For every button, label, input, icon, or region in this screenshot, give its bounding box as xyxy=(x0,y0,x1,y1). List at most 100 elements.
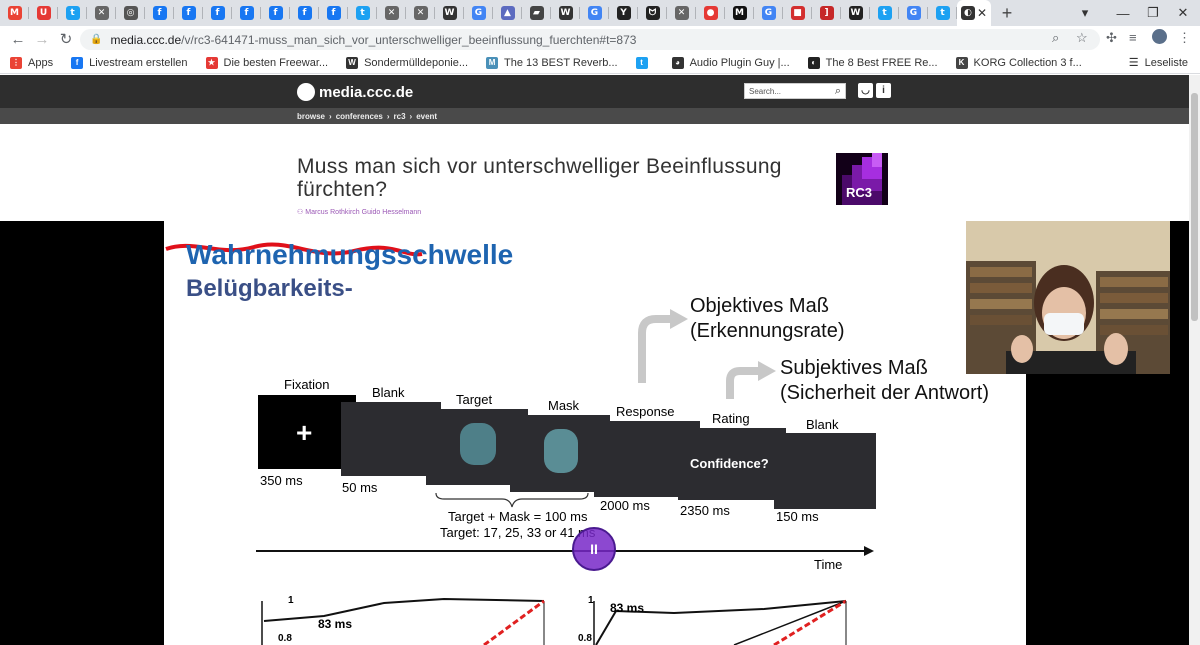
browser-tab[interactable]: t xyxy=(348,0,377,26)
browser-tab[interactable]: G xyxy=(899,0,928,26)
pause-icon[interactable]: II xyxy=(572,527,616,571)
zoom-icon[interactable]: ⌕ xyxy=(1052,30,1059,46)
rss-icon[interactable]: ◡ xyxy=(858,83,873,98)
browser-tab[interactable]: f xyxy=(319,0,348,26)
browser-tab[interactable]: ✕ xyxy=(87,0,116,26)
browser-tab[interactable]: ✕ xyxy=(667,0,696,26)
info-icon[interactable]: i xyxy=(876,83,891,98)
conference-logo[interactable]: RC3 xyxy=(836,153,888,205)
breadcrumb-item[interactable]: browse xyxy=(297,112,325,121)
graph-left-axis-mid: 0.8 xyxy=(278,633,292,644)
browser-tab[interactable]: ] xyxy=(812,0,841,26)
forward-icon[interactable]: → xyxy=(30,31,54,48)
duration-blank-end: 150 ms xyxy=(776,509,819,524)
browser-tab[interactable]: f xyxy=(290,0,319,26)
facebook-icon: f xyxy=(210,6,225,20)
facebook-icon: f xyxy=(268,6,283,20)
search-icon[interactable]: ⌕ xyxy=(830,83,846,99)
new-tab-button[interactable]: + xyxy=(995,3,1019,24)
browser-tab[interactable]: Y xyxy=(609,0,638,26)
facebook-icon: f xyxy=(326,6,341,20)
rating-frame: Confidence? xyxy=(678,428,786,500)
video-player[interactable]: Wahrnehmungsschwelle Belügbarkeits- Obje… xyxy=(0,221,1189,645)
browser-tab[interactable]: ▲ xyxy=(493,0,522,26)
reading-list-icon: ☰ xyxy=(1128,57,1139,69)
bookmark-item[interactable]: ◐ The 8 Best FREE Re... xyxy=(807,56,938,69)
bookmark-label: The 13 BEST Reverb... xyxy=(504,56,618,69)
address-bar[interactable]: 🔒 media.ccc.de/v/rc3-641471-muss_man_sic… xyxy=(80,29,1100,50)
page-viewport: media.ccc.de Search... ⌕ ◡ i browse › conf… xyxy=(0,75,1189,645)
reading-list[interactable]: ☰ Leseliste xyxy=(1128,56,1188,70)
fixation-cross-icon: + xyxy=(296,417,313,448)
browser-tab[interactable]: ᗢ xyxy=(638,0,667,26)
menu-icon[interactable]: ⋮ xyxy=(1178,30,1191,46)
bookmark-item[interactable]: ⋮ Apps xyxy=(10,56,53,69)
close-tab-icon[interactable]: ✕ xyxy=(977,6,987,20)
browser-tab[interactable]: t xyxy=(58,0,87,26)
extensions-icon[interactable]: ✣ xyxy=(1106,30,1117,46)
wiki-icon: W xyxy=(442,6,457,20)
duration-fixation: 350 ms xyxy=(260,473,303,488)
graph-right-axis-top: 1 xyxy=(588,595,594,606)
bookmark-star-icon[interactable]: ☆ xyxy=(1076,30,1088,46)
bookmark-item[interactable]: W Sondermülldeponie... xyxy=(346,56,468,69)
browser-tab[interactable]: M xyxy=(0,0,29,26)
media-icon[interactable]: ≡ xyxy=(1129,30,1137,45)
ccc-logo-icon xyxy=(297,83,315,101)
m-icon: M xyxy=(486,56,499,69)
bookmark-item[interactable]: ★ Die besten Freewar... xyxy=(205,56,328,69)
close-window-icon[interactable]: ✕ xyxy=(1164,0,1200,26)
page-scrollbar[interactable] xyxy=(1189,75,1200,645)
browser-tab[interactable]: ■ xyxy=(783,0,812,26)
browser-tab[interactable]: ● xyxy=(696,0,725,26)
breadcrumb-item[interactable]: conferences xyxy=(336,112,383,121)
active-tab[interactable]: ◐ ✕ xyxy=(957,0,991,26)
bookmark-item[interactable]: f Livestream erstellen xyxy=(71,56,188,69)
browser-tab[interactable]: M xyxy=(725,0,754,26)
browser-tab[interactable]: ✕ xyxy=(377,0,406,26)
back-icon[interactable]: ← xyxy=(6,31,30,48)
site-logo[interactable]: media.ccc.de xyxy=(297,83,413,101)
url-host: media.ccc.de xyxy=(110,32,182,47)
browser-tab[interactable]: G xyxy=(580,0,609,26)
graph-left-axis-top: 1 xyxy=(288,595,294,606)
facebook-icon: f xyxy=(239,6,254,20)
browser-tab[interactable]: f xyxy=(145,0,174,26)
browser-tab[interactable]: U xyxy=(29,0,58,26)
google-icon: G xyxy=(761,6,776,20)
objective-measure-title: Objektives Maß xyxy=(690,295,829,317)
profile-avatar[interactable] xyxy=(1152,29,1167,44)
reload-icon[interactable]: ↻ xyxy=(54,30,78,48)
korg-icon: K xyxy=(955,56,968,69)
browser-tab[interactable]: W xyxy=(841,0,870,26)
browser-tab[interactable]: G xyxy=(464,0,493,26)
browser-tab[interactable]: f xyxy=(232,0,261,26)
cross-icon: ✕ xyxy=(674,6,689,20)
speaker-list[interactable]: ⚇ Marcus Rothkirch Guido Hesselmann xyxy=(297,208,421,216)
browser-tab[interactable]: f xyxy=(261,0,290,26)
slide-heading-crossed: Wahrnehmungsschwelle xyxy=(186,239,514,270)
breadcrumb-item[interactable]: event xyxy=(416,112,437,121)
bookmark-item[interactable]: t xyxy=(635,56,654,69)
bookmark-item[interactable]: K KORG Collection 3 f... xyxy=(955,56,1082,69)
bookmark-item[interactable]: ◕ Audio Plugin Guy |... xyxy=(671,56,790,69)
browser-tab[interactable]: ✕ xyxy=(406,0,435,26)
browser-tab[interactable]: ◎ xyxy=(116,0,145,26)
time-axis-label: Time xyxy=(814,557,843,572)
browser-tab[interactable]: ▰ xyxy=(522,0,551,26)
bookmark-item[interactable]: M The 13 BEST Reverb... xyxy=(486,56,618,69)
browser-tab[interactable]: f xyxy=(174,0,203,26)
subjective-measure-title: Subjektives Maß xyxy=(780,357,928,379)
reading-list-label: Leseliste xyxy=(1144,56,1188,69)
browser-tab[interactable]: W xyxy=(435,0,464,26)
target-face-icon xyxy=(460,423,496,465)
browser-tab[interactable]: f xyxy=(203,0,232,26)
browser-tab[interactable]: G xyxy=(754,0,783,26)
browser-tab[interactable]: t xyxy=(870,0,899,26)
tab-search-icon[interactable]: ▾ xyxy=(1066,0,1104,26)
breadcrumb-item[interactable]: rc3 xyxy=(394,112,406,121)
browser-tab[interactable]: W xyxy=(551,0,580,26)
speaker-webcam xyxy=(966,221,1170,374)
browser-tab[interactable]: t xyxy=(928,0,957,26)
scrollbar-thumb[interactable] xyxy=(1191,93,1198,321)
